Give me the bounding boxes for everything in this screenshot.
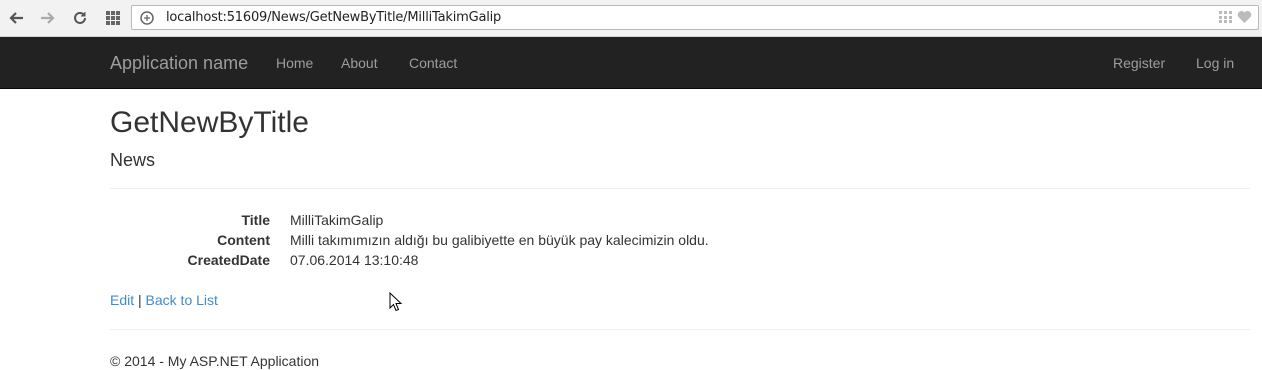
- browser-toolbar: localhost:51609/News/GetNewByTitle/Milli…: [0, 0, 1262, 37]
- detail-value: MilliTakimGalip: [290, 212, 384, 228]
- arrow-right-icon: [41, 12, 55, 24]
- divider: [110, 329, 1250, 330]
- page-title: GetNewByTitle: [110, 106, 309, 139]
- arrow-left-icon: [9, 12, 23, 24]
- navbar: Application name Home About Contact Regi…: [0, 37, 1262, 89]
- mouse-cursor-icon: [389, 292, 403, 312]
- nav-about[interactable]: About: [341, 55, 378, 71]
- forward-button[interactable]: [37, 8, 57, 28]
- brand-link[interactable]: Application name: [110, 53, 248, 74]
- page-subtitle: News: [110, 150, 156, 170]
- divider: [110, 188, 1250, 189]
- back-button[interactable]: [7, 8, 27, 28]
- page-info-icon[interactable]: [140, 11, 154, 25]
- back-to-list-link[interactable]: Back to List: [146, 292, 218, 308]
- heart-icon[interactable]: [1237, 10, 1252, 24]
- nav-register[interactable]: Register: [1113, 55, 1165, 71]
- edit-link[interactable]: Edit: [110, 292, 134, 308]
- footer-text: © 2014 - My ASP.NET Application: [110, 353, 320, 369]
- action-links: Edit | Back to List: [110, 292, 218, 308]
- detail-label: CreatedDate: [187, 252, 270, 268]
- address-bar[interactable]: localhost:51609/News/GetNewByTitle/Milli…: [131, 5, 1259, 30]
- nav-contact[interactable]: Contact: [409, 55, 457, 71]
- apps-button[interactable]: [103, 8, 123, 28]
- detail-value: 07.06.2014 13:10:48: [290, 252, 419, 268]
- detail-label: Content: [217, 232, 270, 248]
- apps-grid-icon: [106, 11, 120, 25]
- reload-button[interactable]: [70, 8, 90, 28]
- detail-label: Title: [241, 212, 270, 228]
- extension-grid-icon[interactable]: [1219, 11, 1233, 23]
- reload-icon: [74, 11, 86, 24]
- nav-login[interactable]: Log in: [1196, 55, 1234, 71]
- link-separator: |: [138, 292, 142, 308]
- url-text: localhost:51609/News/GetNewByTitle/Milli…: [166, 10, 502, 25]
- detail-value: Milli takımımızın aldığı bu galibiyette …: [290, 232, 709, 248]
- nav-home[interactable]: Home: [276, 55, 313, 71]
